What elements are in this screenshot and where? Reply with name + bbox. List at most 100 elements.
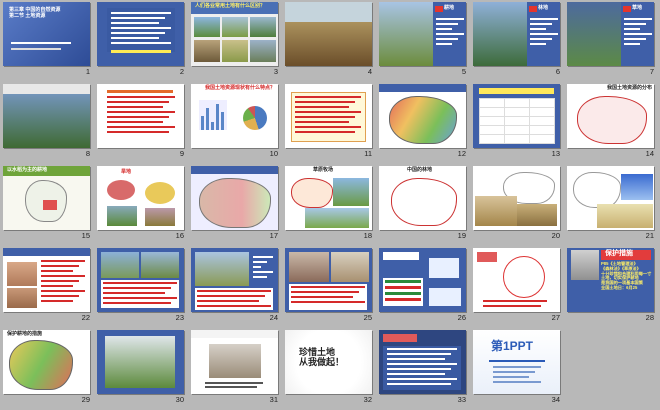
text-line (436, 28, 452, 30)
slide-thumbnail[interactable] (285, 84, 372, 148)
slide-thumbnail[interactable]: 第三章 中国的自然资源 第二节 土地资源 (3, 2, 90, 66)
text-line (253, 276, 267, 278)
slide-thumbnail[interactable] (473, 84, 560, 148)
slide-number: 10 (269, 149, 278, 158)
slide-thumbnail[interactable]: 第1PPT (473, 330, 560, 394)
slide-cell: 我国土地资源的分布 14 (564, 82, 658, 164)
text-line (197, 305, 271, 307)
slide-thumbnail[interactable]: 旱地 (97, 166, 184, 230)
slide-number: 13 (551, 149, 560, 158)
slide-thumbnail[interactable]: 我国土地资源的分布 (567, 84, 654, 148)
text-line (436, 23, 458, 25)
slide-thumbnail[interactable] (379, 248, 466, 312)
decoration (385, 292, 421, 295)
slide-thumbnail[interactable] (191, 248, 278, 312)
slide-thumbnail[interactable] (97, 2, 184, 66)
slide-cell: 林地 6 (470, 0, 564, 82)
slide-thumbnail[interactable] (97, 330, 184, 394)
slide-cell: 20 (470, 164, 564, 246)
decoration (477, 252, 497, 262)
photo (145, 208, 175, 226)
slide-cell: 12 (376, 82, 470, 164)
slide-thumbnail[interactable] (379, 330, 466, 394)
slide-number: 3 (273, 67, 278, 76)
slide-cell: 珍惜土地 从我做起！ 32 (282, 328, 376, 410)
text-line (107, 126, 175, 128)
photo (333, 178, 369, 206)
text-line (493, 381, 541, 383)
slide-cell: 23 (94, 246, 188, 328)
text-line (387, 373, 445, 375)
text-line (197, 300, 259, 302)
slide-thumbnail[interactable]: 保护耕地的措施 (3, 330, 90, 394)
photo (7, 288, 37, 308)
photo (194, 40, 220, 62)
slide-number: 28 (645, 313, 654, 322)
photo (194, 17, 220, 37)
slide-number: 26 (457, 313, 466, 322)
slide-thumbnail[interactable]: 林地 (473, 2, 560, 66)
slide-thumbnail[interactable] (97, 248, 184, 312)
slide-cell: 22 (0, 246, 94, 328)
slide-thumbnail[interactable] (3, 84, 90, 148)
text-line (530, 33, 558, 35)
slide-thumbnail[interactable] (473, 166, 560, 230)
slide-thumbnail[interactable]: 珍惜土地 从我做起！ (285, 330, 372, 394)
slide-thumbnail[interactable]: 草地 (567, 2, 654, 66)
slide-thumbnail[interactable]: 草原牧场 (285, 166, 372, 230)
photo (597, 204, 653, 228)
photo (475, 196, 517, 226)
slide-thumbnail[interactable] (567, 166, 654, 230)
slide-thumbnail[interactable] (191, 330, 278, 394)
text-line (436, 33, 464, 35)
slide-thumbnail[interactable]: 保护措施 P85《土地管理法》 《森林法》《草原法》 十分珍惜和合理利用每一寸土地… (567, 248, 654, 312)
slide-title: 耕地 (444, 5, 455, 11)
text-line (387, 363, 457, 365)
slide-title: 保护措施 (605, 250, 633, 257)
slide-thumbnail[interactable] (191, 166, 278, 230)
text-line (291, 296, 353, 298)
text-line (111, 22, 159, 24)
slide-thumbnail[interactable] (3, 248, 90, 312)
text-line (103, 297, 177, 299)
slide-cell: 9 (94, 82, 188, 164)
text-line (530, 28, 546, 30)
map-shape (577, 96, 647, 144)
slide-title: 中国的林地 (407, 167, 433, 173)
slide-number: 6 (555, 67, 560, 76)
slide-thumbnail[interactable] (97, 84, 184, 148)
photo (7, 262, 37, 286)
text-line (624, 33, 652, 35)
slide-number: 9 (179, 149, 184, 158)
photo (107, 206, 137, 226)
slide-thumbnail[interactable]: 我国土地资源现状有什么特点？ (191, 84, 278, 148)
slide-thumbnail[interactable]: 以水稻为主的耕地 (3, 166, 90, 230)
photo (222, 17, 248, 37)
slide-thumbnail[interactable] (285, 2, 372, 66)
slide-title: 第三章 中国的自然资源 第二节 土地资源 (9, 7, 61, 19)
photo (567, 2, 621, 66)
text-line (107, 96, 175, 98)
slide-cell: 旱地 16 (94, 164, 188, 246)
text-line (387, 348, 457, 350)
slide-title: 保护耕地的措施 (7, 331, 43, 337)
text-line (493, 376, 529, 378)
slide-cell: 33 (376, 328, 470, 410)
decoration (285, 2, 372, 22)
text-line (107, 106, 163, 108)
slide-cell: 21 (564, 164, 658, 246)
map-shape (199, 178, 271, 228)
slide-thumbnail[interactable] (285, 248, 372, 312)
slide-thumbnail[interactable]: 人们各业常用土地有什么区别？ (191, 2, 278, 66)
slide-thumbnail[interactable] (473, 248, 560, 312)
photo (195, 252, 249, 286)
text-line (41, 300, 73, 302)
slide-number: 33 (457, 395, 466, 404)
slide-sorter-grid: 第三章 中国的自然资源 第二节 土地资源 1 2 人们各业常用土地有什么区别？ 3 4 耕地… (0, 0, 660, 410)
slide-thumbnail[interactable]: 耕地 (379, 2, 466, 66)
slide-thumbnail[interactable] (379, 84, 466, 148)
slide-cell: 我国土地资源现状有什么特点？ 10 (188, 82, 282, 164)
slide-thumbnail[interactable]: 中国的林地 (379, 166, 466, 230)
photo (222, 40, 248, 62)
text-line (111, 42, 171, 44)
